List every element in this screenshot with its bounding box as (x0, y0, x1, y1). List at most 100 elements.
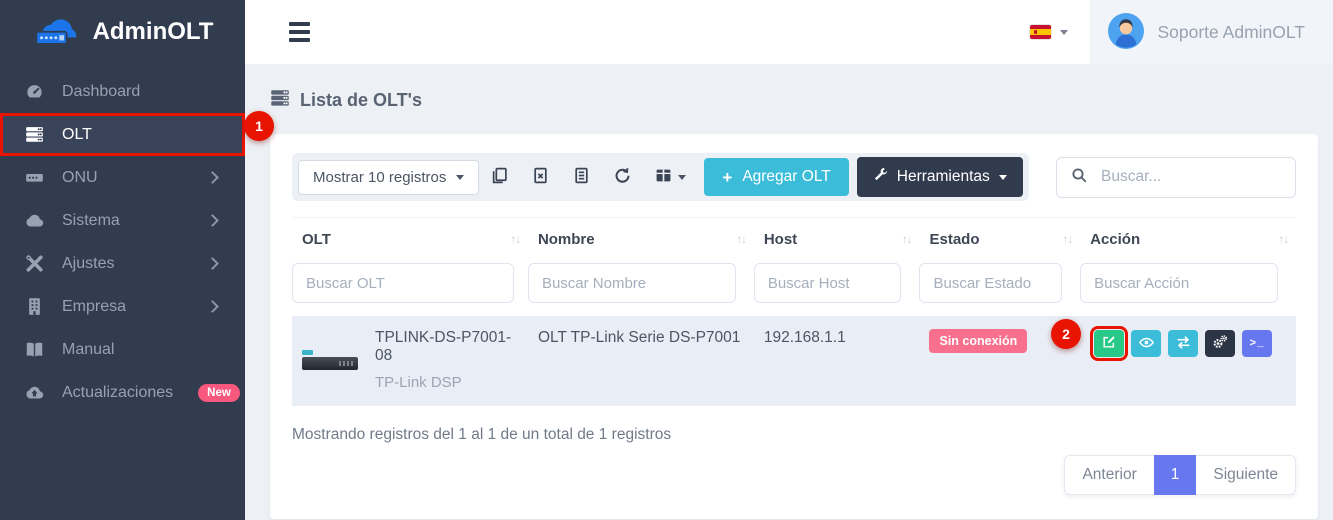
table-filter-row (292, 257, 1296, 316)
column-header-accion[interactable]: Acción↑↓ (1080, 218, 1296, 258)
annotation-step-2: 2 (1051, 319, 1081, 349)
column-visibility-button[interactable] (643, 162, 698, 192)
brand-name: AdminOLT (93, 18, 214, 46)
export-file-button[interactable] (561, 162, 602, 192)
sidebar-item-ajustes[interactable]: Ajustes (0, 242, 245, 285)
copy-button[interactable] (479, 162, 520, 192)
user-name: Soporte AdminOLT (1157, 22, 1305, 43)
tools-icon (24, 254, 45, 273)
avatar (1108, 13, 1144, 52)
caret-down-icon (999, 175, 1007, 180)
caret-down-icon (678, 175, 686, 180)
hamburger-menu-icon[interactable] (285, 18, 314, 46)
edit-button[interactable] (1094, 330, 1124, 357)
page-title: Lista de OLT's (270, 88, 1318, 113)
row-actions: >_ (1090, 330, 1286, 357)
olt-host: 192.168.1.1 (754, 316, 920, 406)
toolbar-button-group: Mostrar 10 registros (292, 153, 1029, 201)
sidebar-item-label: Manual (62, 341, 114, 359)
brand[interactable]: AdminOLT (0, 0, 245, 64)
olt-model: TPLINK-DS-P7001-08 (375, 329, 518, 365)
column-header-nombre[interactable]: Nombre↑↓ (528, 218, 754, 258)
view-button[interactable] (1131, 330, 1161, 357)
server-icon (24, 125, 45, 144)
gears-icon (1212, 334, 1228, 353)
copy-icon (491, 167, 508, 187)
search-input[interactable] (1099, 167, 1281, 187)
sidebar-item-onu[interactable]: ONU (0, 156, 245, 199)
sidebar-item-actualizaciones[interactable]: Actualizaciones New (0, 371, 245, 414)
sort-icon: ↑↓ (736, 234, 746, 246)
terminal-button[interactable]: >_ (1242, 330, 1272, 357)
olt-table: OLT↑↓ Nombre↑↓ Host↑↓ Estado↑↓ Acción↑↓ (292, 217, 1296, 406)
olt-nombre: OLT TP-Link Serie DS-P7001 (528, 316, 754, 406)
column-header-olt[interactable]: OLT↑↓ (292, 218, 528, 258)
show-entries-label: Mostrar 10 registros (313, 169, 446, 186)
sidebar: AdminOLT Dashboard OLT ONU (0, 0, 245, 520)
spain-flag-icon (1030, 25, 1051, 39)
terminal-icon: >_ (1250, 338, 1265, 350)
records-summary: Mostrando registros del 1 al 1 de un tot… (292, 426, 1296, 444)
tools-label: Herramientas (897, 168, 990, 186)
export-excel-button[interactable] (520, 162, 561, 192)
search-box (1056, 157, 1296, 198)
sidebar-item-dashboard[interactable]: Dashboard (0, 70, 245, 113)
cloud-icon (24, 211, 45, 230)
column-label: Host (764, 231, 797, 248)
new-badge: New (198, 384, 240, 402)
search-icon (1071, 167, 1087, 188)
sidebar-item-label: Actualizaciones (62, 384, 173, 402)
olt-cell: TPLINK-DS-P7001-08 TP-Link DSP (302, 329, 518, 391)
settings-button[interactable] (1205, 330, 1235, 357)
pagination-next[interactable]: Siguiente (1196, 455, 1296, 495)
column-label: OLT (302, 231, 331, 248)
filter-nombre-input[interactable] (528, 263, 736, 303)
main-area: Lista de OLT's Mostrar 10 registros (245, 64, 1333, 520)
chevron-right-icon (206, 214, 219, 227)
olt-list-card: Mostrar 10 registros (270, 134, 1318, 519)
refresh-button[interactable] (602, 162, 643, 192)
wrench-icon (873, 167, 888, 187)
filter-olt-input[interactable] (292, 263, 514, 303)
table-header-row: OLT↑↓ Nombre↑↓ Host↑↓ Estado↑↓ Acción↑↓ (292, 218, 1296, 258)
server-icon (270, 88, 290, 113)
pagination-previous[interactable]: Anterior (1064, 455, 1153, 495)
book-icon (24, 340, 45, 359)
language-selector[interactable] (1008, 0, 1090, 64)
add-olt-button[interactable]: + Agregar OLT (704, 158, 848, 196)
sidebar-item-label: Dashboard (62, 83, 140, 101)
filter-accion-input[interactable] (1080, 263, 1278, 303)
sidebar-item-label: Ajustes (62, 255, 114, 273)
sort-icon: ↑↓ (1063, 234, 1073, 246)
sort-icon: ↑↓ (902, 234, 912, 246)
topbar: Soporte AdminOLT (245, 0, 1333, 64)
caret-down-icon (1060, 30, 1068, 35)
tools-dropdown-button[interactable]: Herramientas (857, 157, 1023, 197)
column-label: Estado (929, 231, 979, 248)
column-header-estado[interactable]: Estado ↑↓ (919, 218, 1080, 258)
excel-file-icon (532, 167, 549, 187)
status-badge: Sin conexión (929, 329, 1027, 353)
olt-device-image (302, 350, 358, 370)
show-entries-dropdown[interactable]: Mostrar 10 registros (298, 160, 479, 195)
eye-icon (1139, 335, 1154, 353)
sidebar-item-label: ONU (62, 169, 98, 187)
brand-logo-icon (32, 12, 84, 53)
sidebar-item-olt[interactable]: OLT (0, 113, 245, 156)
edit-pencil-icon (1102, 335, 1116, 352)
building-icon (24, 297, 45, 316)
sync-button[interactable] (1168, 330, 1198, 357)
modem-icon (24, 168, 45, 187)
user-menu[interactable]: Soporte AdminOLT (1090, 0, 1333, 64)
filter-host-input[interactable] (754, 263, 902, 303)
pagination-page-1[interactable]: 1 (1154, 455, 1197, 495)
gauge-icon (24, 82, 45, 101)
filter-estado-input[interactable] (919, 263, 1062, 303)
plus-icon: + (722, 169, 732, 186)
sidebar-item-manual[interactable]: Manual (0, 328, 245, 371)
chevron-right-icon (206, 171, 219, 184)
sidebar-item-empresa[interactable]: Empresa (0, 285, 245, 328)
column-header-host[interactable]: Host ↑↓ (754, 218, 920, 258)
pagination: Anterior 1 Siguiente (292, 455, 1296, 495)
sidebar-item-sistema[interactable]: Sistema (0, 199, 245, 242)
